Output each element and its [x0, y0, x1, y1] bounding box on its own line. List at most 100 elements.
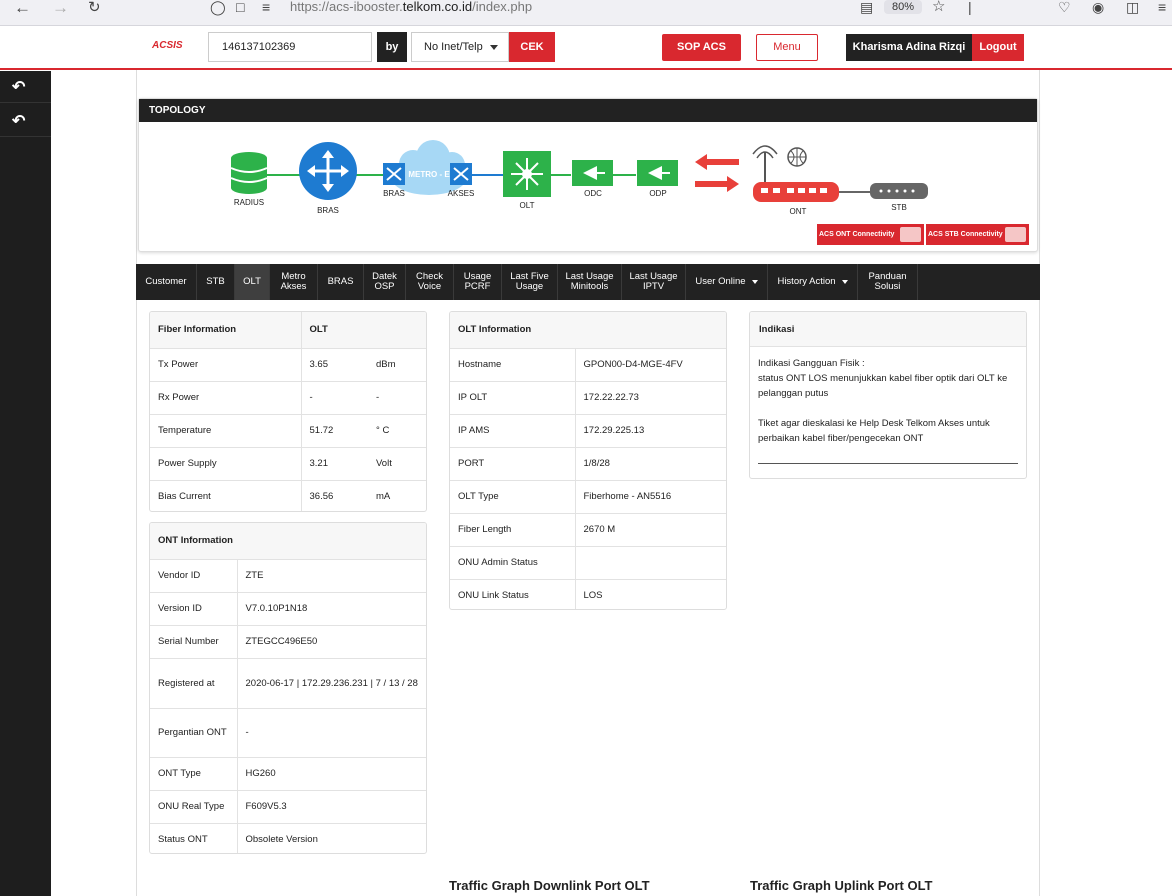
- table-row: Version ID V7.0.10P1N18: [150, 592, 426, 626]
- olt-label: ONU Admin Status: [450, 546, 576, 580]
- fiber-value: -: [301, 381, 368, 415]
- ont-value: ZTE: [237, 559, 426, 593]
- extensions-icon[interactable]: ◫: [1126, 0, 1139, 14]
- uplink-graph-title: Traffic Graph Uplink Port OLT: [750, 878, 933, 893]
- shield-icon[interactable]: ◯: [210, 0, 226, 14]
- acs-stb-label: ACS STB Connectivity: [928, 231, 1003, 238]
- menu-icon[interactable]: ≡: [1158, 0, 1166, 14]
- tab-panduan-solusi[interactable]: Panduan Solusi: [858, 264, 918, 300]
- undo-icon: ↶: [12, 79, 26, 96]
- indikasi-divider: [758, 463, 1018, 464]
- table-row: ONT Information: [150, 523, 426, 560]
- search-type-select[interactable]: No Inet/Telp: [411, 32, 509, 62]
- ont-information-panel: ONT Information Vendor ID ZTE Version ID…: [149, 522, 427, 854]
- table-row: Rx Power - -: [150, 381, 426, 415]
- indikasi-status: status ONT LOS menunjukkan kabel fiber o…: [758, 373, 1008, 399]
- acs-stb-connectivity-button[interactable]: ACS STB Connectivity: [926, 224, 1029, 245]
- fiber-unit: -: [368, 381, 426, 415]
- ont-label: Serial Number: [150, 625, 238, 659]
- table-row: Fiber Length 2670 M: [450, 513, 726, 547]
- tab-last-usage-minitools[interactable]: Last Usage Minitools: [558, 264, 622, 300]
- olt-table: OLT Information Hostname GPON00-D4-MGE-4…: [450, 312, 726, 609]
- olt-value: 2670 M: [575, 513, 726, 547]
- odp-icon: [637, 160, 678, 186]
- reload-icon[interactable]: ↻: [88, 0, 101, 16]
- fiber-label: Rx Power: [150, 381, 302, 415]
- tab-olt[interactable]: OLT: [235, 264, 270, 300]
- table-row: ONT Type HG260: [150, 757, 426, 791]
- browser-toolbar: ← → ↻ ◯ □ ≡ https://acs-ibooster.telkom.…: [0, 0, 1172, 26]
- back-icon[interactable]: ←: [14, 0, 31, 16]
- menu-button[interactable]: Menu: [756, 34, 818, 61]
- tab-bras[interactable]: BRAS: [318, 264, 364, 300]
- logout-button[interactable]: Logout: [972, 34, 1024, 61]
- tab-metro-akses[interactable]: Metro Akses: [270, 264, 318, 300]
- olt-information-panel: OLT Information Hostname GPON00-D4-MGE-4…: [449, 311, 727, 610]
- akses-switch-icon: [450, 163, 472, 185]
- metro-label: METRO - E: [408, 170, 450, 179]
- address-bar[interactable]: https://acs-ibooster.telkom.co.id/index.…: [290, 0, 532, 14]
- zoom-level[interactable]: 80%: [884, 0, 922, 14]
- ont-router-icon: [752, 145, 839, 202]
- sop-acs-button[interactable]: SOP ACS: [662, 34, 741, 61]
- tab-user-online[interactable]: User Online: [686, 264, 768, 300]
- downlink-graph-title: Traffic Graph Downlink Port OLT: [449, 878, 650, 893]
- fiber-header-label: Fiber Information: [150, 312, 302, 349]
- acs-ont-connectivity-button[interactable]: ACS ONT Connectivity: [817, 224, 924, 245]
- olt-value: GPON00-D4-MGE-4FV: [575, 348, 726, 382]
- tab-datek-osp[interactable]: Datek OSP: [364, 264, 406, 300]
- bras-router-icon: [299, 142, 357, 200]
- ont-label: ONT: [790, 207, 807, 216]
- bidirectional-arrows-icon: [695, 154, 739, 192]
- lock-icon[interactable]: □: [236, 0, 244, 14]
- ont-value: 2020-06-17 | 172.29.236.231 | 7 / 13 / 2…: [237, 658, 426, 709]
- sidebar-refresh-2[interactable]: ↶: [0, 105, 51, 137]
- reader-view-icon[interactable]: ▤: [860, 0, 873, 14]
- table-row: Temperature 51.72 ° C: [150, 414, 426, 448]
- radius-icon: [230, 152, 268, 194]
- acsis-logo: ACSIS: [152, 40, 183, 51]
- table-row: ONU Real Type F609V5.3: [150, 790, 426, 824]
- tab-stb[interactable]: STB: [197, 264, 235, 300]
- sidebar-refresh-1[interactable]: ↶: [0, 71, 51, 103]
- permissions-icon[interactable]: ≡: [262, 0, 270, 14]
- user-name: Kharisma Adina Rizqi: [846, 34, 972, 61]
- olt-label: OLT: [520, 201, 535, 210]
- ont-value: F609V5.3: [237, 790, 426, 824]
- table-row: Status ONT Obsolete Version: [150, 823, 426, 853]
- tab-history-action[interactable]: History Action: [768, 264, 858, 300]
- bras-switch-label: BRAS: [383, 189, 405, 198]
- tab-last-usage-iptv[interactable]: Last Usage IPTV: [622, 264, 686, 300]
- search-input[interactable]: 146137102369: [208, 32, 372, 62]
- toolbar-separator-icon: |: [968, 0, 972, 15]
- fiber-value: 3.21: [301, 447, 368, 481]
- table-row: ONU Admin Status: [450, 546, 726, 580]
- chevron-down-icon: [841, 280, 848, 284]
- bookmark-star-icon[interactable]: ☆: [932, 0, 945, 14]
- olt-label: PORT: [450, 447, 576, 481]
- fiber-label: Bias Current: [150, 480, 302, 511]
- tab-customer[interactable]: Customer: [136, 264, 197, 300]
- tab-last-five-usage[interactable]: Last Five Usage: [502, 264, 558, 300]
- ont-label: Vendor ID: [150, 559, 238, 593]
- cek-button[interactable]: CEK: [509, 32, 555, 62]
- fiber-value: 36.56: [309, 491, 334, 503]
- tab-usage-pcrf[interactable]: Usage PCRF: [454, 264, 502, 300]
- olt-label: Hostname: [450, 348, 576, 382]
- app-header: ACSIS 146137102369 by No Inet/Telp CEK S…: [0, 26, 1172, 70]
- table-row: PORT 1/8/28: [450, 447, 726, 481]
- table-row: Pergantian ONT -: [150, 708, 426, 758]
- table-row: Bias Current 36.56 mA: [150, 480, 426, 511]
- pocket-icon[interactable]: ♡: [1058, 0, 1071, 14]
- olt-header: OLT Information: [450, 312, 726, 349]
- left-sidebar: ↶ ↶: [0, 71, 51, 896]
- account-icon[interactable]: ◉: [1092, 0, 1104, 14]
- ont-label: ONU Real Type: [150, 790, 238, 824]
- olt-label: ONU Link Status: [450, 579, 576, 609]
- fiber-unit: ° C: [368, 414, 426, 448]
- indikasi-action: Tiket agar dieskalasi ke Help Desk Telko…: [758, 418, 990, 444]
- olt-value: Fiberhome - AN5516: [575, 480, 726, 514]
- odc-label: ODC: [584, 189, 602, 198]
- tab-check-voice[interactable]: Check Voice: [406, 264, 454, 300]
- forward-icon[interactable]: →: [52, 0, 69, 16]
